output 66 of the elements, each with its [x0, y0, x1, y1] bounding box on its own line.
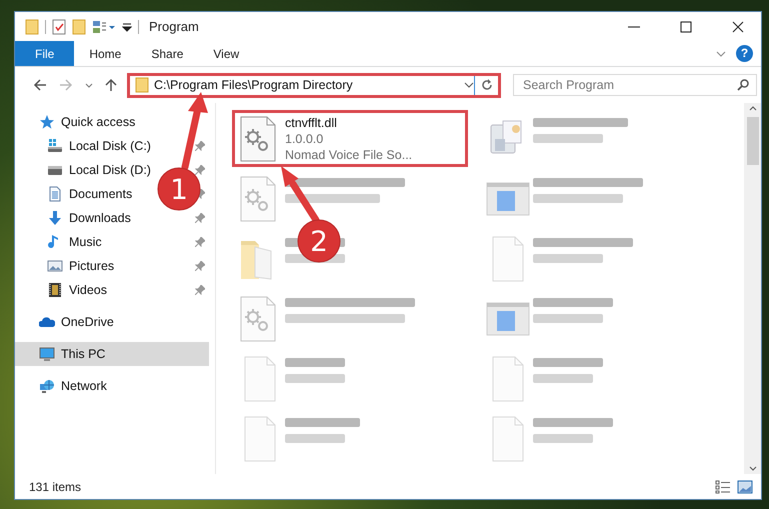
- blurred-text-bar: [285, 374, 345, 383]
- up-arrow-icon: [105, 78, 117, 92]
- maximize-icon: [680, 20, 692, 32]
- sidebar-item[interactable]: Documents: [69, 187, 132, 201]
- sidebar-item[interactable]: Videos: [69, 283, 107, 297]
- sidebar-item-label: Network: [61, 379, 107, 393]
- scroll-thumb[interactable]: [746, 117, 758, 165]
- sidebar-item-label: This PC: [61, 347, 106, 361]
- address-bar[interactable]: C:\Program Files\Program Directory: [130, 76, 475, 94]
- sidebar-item[interactable]: Local Disk (D:): [69, 163, 151, 177]
- callout-marker: 1: [158, 168, 200, 210]
- sidebar-item[interactable]: Quick access: [15, 110, 209, 134]
- sidebar-item-label: Quick access: [61, 115, 136, 129]
- dropdown-caret-icon[interactable]: [464, 81, 474, 89]
- scrollbar[interactable]: [744, 103, 761, 474]
- large-icons-view-icon[interactable]: [737, 480, 753, 494]
- blurred-text-bar: [533, 374, 593, 383]
- star-icon: [39, 114, 55, 130]
- sidebar-item[interactable]: Pictures: [69, 259, 114, 273]
- drive-icon: [47, 138, 63, 154]
- folder-icon: [25, 18, 39, 34]
- blurred-text-bar: [285, 434, 345, 443]
- blurred-text-bar: [285, 358, 345, 367]
- folder-icon: [135, 77, 149, 93]
- download-arrow-icon: [47, 210, 63, 226]
- monitor-icon: [39, 346, 55, 362]
- refresh-icon: [480, 79, 492, 91]
- properties-icon[interactable]: [52, 18, 66, 34]
- close-icon: [732, 20, 744, 32]
- sidebar-item[interactable]: Music: [69, 235, 102, 249]
- caret-icon: [85, 82, 93, 88]
- details-view-icon[interactable]: [715, 480, 731, 494]
- ribbon-tab[interactable]: File: [15, 41, 74, 66]
- callout-arrow: [281, 166, 320, 224]
- back-arrow-icon: [33, 79, 47, 91]
- file-detail: Nomad Voice File So...: [285, 147, 412, 163]
- file-item[interactable]: ctnvfflt.dll 1.0.0.0 Nomad Voice File So...: [232, 110, 468, 167]
- search-field[interactable]: Search Program: [513, 74, 757, 96]
- picture-icon: [47, 258, 63, 274]
- file-name: ctnvfflt.dll: [285, 115, 338, 131]
- blurred-text-bar: [533, 254, 603, 263]
- blurred-text-bar: [533, 314, 603, 323]
- blurred-text-bar: [533, 134, 603, 143]
- ribbon-tab[interactable]: View: [198, 41, 254, 66]
- document-icon: [47, 186, 63, 202]
- sidebar-item[interactable]: Local Disk (C:): [69, 139, 151, 153]
- sidebar-item[interactable]: OneDrive: [15, 310, 209, 334]
- view-dropdown-icon[interactable]: [92, 18, 116, 34]
- blurred-text-bar: [533, 434, 593, 443]
- sidebar-item[interactable]: This PC: [15, 342, 209, 366]
- network-globe-icon: [39, 378, 55, 394]
- ribbon-tab[interactable]: Share: [136, 41, 198, 66]
- window-title: Program: [149, 19, 199, 34]
- callout-marker: 2: [298, 220, 340, 262]
- item-count: 131 items: [29, 480, 82, 494]
- sidebar-item-label: OneDrive: [61, 315, 114, 329]
- file-detail: 1.0.0.0: [285, 131, 324, 147]
- sidebar-item[interactable]: Downloads: [69, 211, 131, 225]
- blurred-text-bar: [533, 358, 603, 367]
- expand-ribbon-chevron-icon[interactable]: [716, 50, 726, 58]
- help-button[interactable]: ?: [736, 45, 753, 62]
- search-icon[interactable]: [737, 79, 749, 91]
- sidebar-item[interactable]: Network: [15, 374, 209, 398]
- forward-arrow-icon: [59, 79, 73, 91]
- ribbon-tab[interactable]: Home: [74, 41, 136, 66]
- film-icon: [47, 282, 63, 298]
